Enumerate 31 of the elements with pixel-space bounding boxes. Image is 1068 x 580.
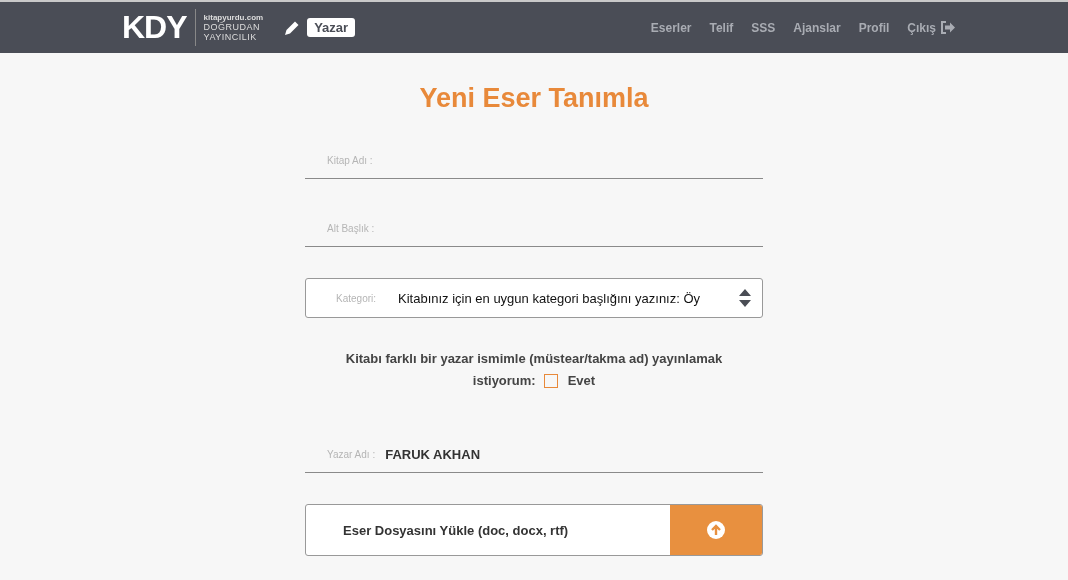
pseudonym-question: istiyorum:: [472, 372, 536, 390]
nav-link[interactable]: Profil: [858, 20, 890, 35]
nav-link[interactable]: Telif: [709, 20, 734, 35]
pseudonym-question: Kitabı farklı bir yazar ismimle (müstear/takma ad) yayınlamak: [345, 350, 723, 368]
logout-link[interactable]: Çıkış: [907, 20, 956, 35]
sort-arrows-icon: [738, 288, 752, 308]
logo-text: YAYINCILIK: [203, 32, 258, 42]
checkbox-label: Evet: [567, 372, 596, 390]
checkbox[interactable]: [543, 374, 558, 388]
nav-link[interactable]: Eserler: [650, 20, 692, 35]
nav-link[interactable]: Ajanslar: [793, 20, 841, 35]
field-label: Alt Başlık :: [327, 222, 375, 234]
upload-arrow-icon: [707, 521, 725, 539]
field-label: Kitap Adı :: [327, 154, 373, 166]
role-badge: Yazar: [307, 18, 356, 37]
page-title: Yeni Eser Tanımla: [419, 83, 649, 114]
logout-icon: [940, 21, 956, 34]
logo-site: kitapyurdu.com: [203, 13, 264, 22]
text-field[interactable]: Yazar Adı : FARUK AKHAN: [305, 436, 763, 473]
category-select[interactable]: Kategori: Kitabınız için en uygun kategori başlığını yazınız: Öy: [305, 278, 763, 318]
upload-label: Eser Dosyasını Yükle (doc, docx, rtf): [342, 522, 570, 538]
text-field[interactable]: Alt Başlık :: [305, 210, 763, 247]
nav-link[interactable]: SSS: [751, 20, 776, 35]
text-field[interactable]: Kitap Adı :: [305, 142, 763, 179]
upload-button[interactable]: [670, 505, 762, 555]
field-label: Kategori:: [336, 292, 378, 304]
logo-mark[interactable]: KDY: [122, 9, 196, 46]
field-label: Yazar Adı :: [327, 448, 376, 460]
logo-text: DOĞRUDAN: [203, 22, 261, 32]
field-value: FARUK AKHAN: [385, 446, 481, 462]
select-value: Kitabınız için en uygun kategori başlığını yazınız: Öy: [398, 290, 702, 306]
